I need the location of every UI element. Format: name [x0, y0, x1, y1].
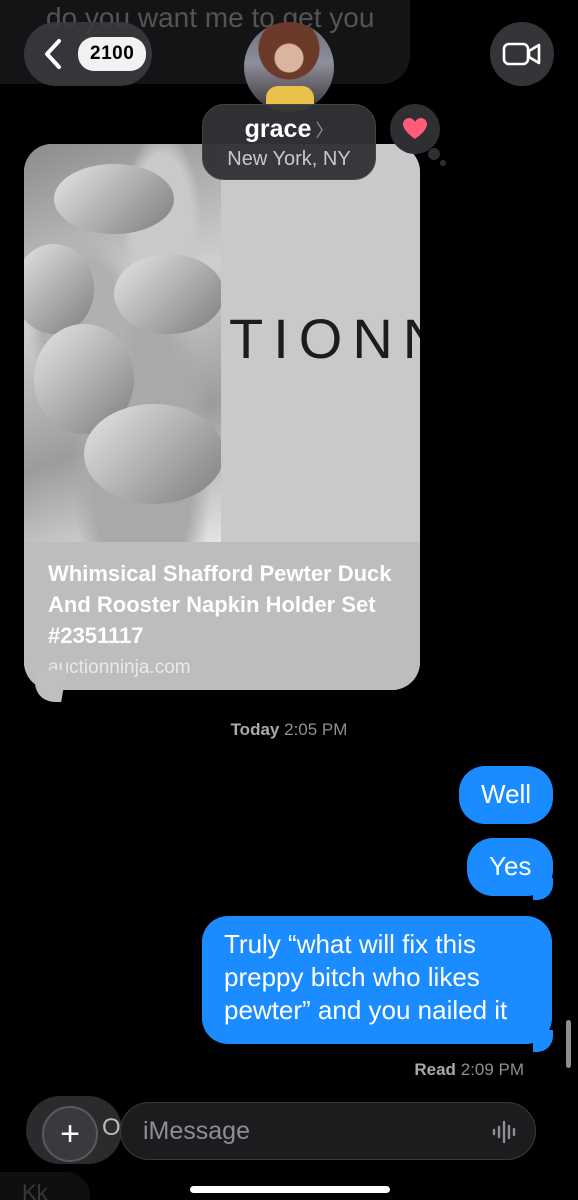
- next-message-text: Kk: [22, 1180, 48, 1200]
- logo-text: TIONN: [229, 307, 420, 370]
- link-bubble-tail: [31, 670, 67, 702]
- bubble-tail: [533, 1030, 553, 1052]
- outgoing-message-bubble[interactable]: Truly “what will fix this preppy bitch w…: [202, 916, 552, 1044]
- link-preview-meta: Whimsical Shafford Pewter Duck And Roost…: [24, 542, 420, 690]
- heart-icon: [403, 118, 427, 139]
- bubble-tail: [533, 878, 553, 900]
- waveform-icon[interactable]: [491, 1119, 519, 1145]
- contact-name: grace: [244, 115, 312, 143]
- chevron-left-icon: [45, 39, 61, 69]
- link-preview-card[interactable]: TIONN Whimsical Shafford Pewter Duck And…: [24, 144, 420, 690]
- link-preview-title: Whimsical Shafford Pewter Duck And Roost…: [48, 561, 392, 648]
- home-indicator[interactable]: [190, 1186, 390, 1193]
- plus-button[interactable]: +: [42, 1106, 98, 1162]
- unread-count-badge: 2100: [78, 37, 147, 71]
- read-label: Read: [414, 1060, 456, 1079]
- pewter-ducks-photo: [24, 144, 224, 542]
- auction-logo-photo: TIONN: [221, 144, 420, 542]
- contact-location: New York, NY: [227, 148, 351, 170]
- chevron-right-icon: 〉: [315, 121, 334, 141]
- plus-icon: +: [60, 1114, 80, 1153]
- timestamp-time: 2:05 PM: [284, 720, 348, 739]
- back-button[interactable]: 2100: [24, 22, 152, 86]
- message-timestamp: Today 2:05 PM: [0, 720, 578, 740]
- message-text: Truly “what will fix this preppy bitch w…: [224, 929, 508, 1025]
- tapback-reaction[interactable]: [390, 104, 446, 166]
- message-input-field[interactable]: [120, 1102, 536, 1160]
- read-receipt: Read 2:09 PM: [414, 1060, 524, 1080]
- video-camera-icon: [502, 42, 541, 66]
- message-text: Yes: [489, 851, 532, 881]
- contact-avatar[interactable]: [244, 22, 334, 112]
- scrollbar[interactable]: [566, 1020, 571, 1068]
- next-message-faded: Kk: [0, 1172, 90, 1200]
- facetime-video-button[interactable]: [490, 22, 554, 86]
- message-input[interactable]: [143, 1116, 463, 1146]
- faded-text: O: [102, 1114, 121, 1141]
- timestamp-day: Today: [230, 720, 280, 739]
- contact-header-pill[interactable]: grace 〉 New York, NY: [202, 104, 376, 180]
- link-preview-domain: auctionninja.com: [48, 657, 191, 678]
- link-preview-image: TIONN: [24, 144, 420, 542]
- outgoing-message-bubble[interactable]: Well: [459, 766, 554, 824]
- message-text: Well: [481, 779, 532, 809]
- read-time: 2:09 PM: [460, 1060, 524, 1079]
